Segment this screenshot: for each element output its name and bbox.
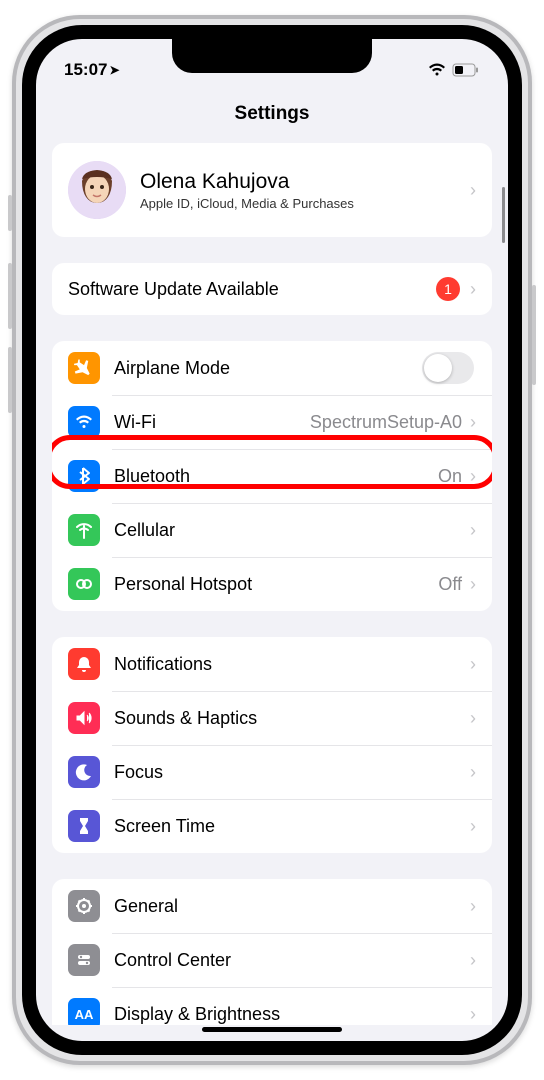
chevron-right-icon: › xyxy=(470,412,476,433)
chevron-right-icon: › xyxy=(470,180,476,201)
general-label: General xyxy=(114,896,470,917)
notifications-label: Notifications xyxy=(114,654,470,675)
badge-count: 1 xyxy=(436,277,460,301)
chevron-right-icon: › xyxy=(470,896,476,917)
wifi-label: Wi-Fi xyxy=(114,412,310,433)
location-icon: ➤ xyxy=(109,63,119,77)
connectivity-section: Airplane Mode Wi-Fi SpectrumSetup-A0 › xyxy=(52,341,492,611)
chevron-right-icon: › xyxy=(470,1004,476,1025)
wifi-icon xyxy=(68,406,100,438)
hotspot-label: Personal Hotspot xyxy=(114,574,438,595)
hotspot-value: Off xyxy=(438,574,462,595)
chevron-right-icon: › xyxy=(470,279,476,300)
scroll-indicator xyxy=(502,187,505,243)
bluetooth-label: Bluetooth xyxy=(114,466,438,487)
general-row[interactable]: General › xyxy=(52,879,492,933)
sounds-label: Sounds & Haptics xyxy=(114,708,470,729)
cellular-icon xyxy=(68,514,100,546)
airplane-label: Airplane Mode xyxy=(114,358,422,379)
screentime-label: Screen Time xyxy=(114,816,470,837)
chevron-right-icon: › xyxy=(470,520,476,541)
profile-name: Olena Kahujova xyxy=(140,170,470,194)
home-indicator[interactable] xyxy=(202,1027,342,1032)
profile-subtitle: Apple ID, iCloud, Media & Purchases xyxy=(140,196,470,211)
avatar xyxy=(68,161,126,219)
svg-text:AA: AA xyxy=(75,1007,94,1022)
sounds-row[interactable]: Sounds & Haptics › xyxy=(52,691,492,745)
chevron-right-icon: › xyxy=(470,950,476,971)
controlcenter-icon xyxy=(68,944,100,976)
airplane-toggle[interactable] xyxy=(422,352,474,384)
chevron-right-icon: › xyxy=(470,654,476,675)
software-update-row[interactable]: Software Update Available 1 › xyxy=(52,263,492,315)
wifi-status-icon xyxy=(428,63,446,77)
controlcenter-row[interactable]: Control Center › xyxy=(52,933,492,987)
display-label: Display & Brightness xyxy=(114,1004,470,1025)
cellular-row[interactable]: Cellular › xyxy=(52,503,492,557)
chevron-right-icon: › xyxy=(470,816,476,837)
software-update-label: Software Update Available xyxy=(68,279,436,300)
hotspot-icon xyxy=(68,568,100,600)
airplane-icon xyxy=(68,352,100,384)
general-section: General › Control Center › AA xyxy=(52,879,492,1025)
sounds-icon xyxy=(68,702,100,734)
hotspot-row[interactable]: Personal Hotspot Off › xyxy=(52,557,492,611)
wifi-row[interactable]: Wi-Fi SpectrumSetup-A0 › xyxy=(52,395,492,449)
wifi-value: SpectrumSetup-A0 xyxy=(310,412,462,433)
focus-row[interactable]: Focus › xyxy=(52,745,492,799)
profile-row[interactable]: Olena Kahujova Apple ID, iCloud, Media &… xyxy=(52,143,492,237)
battery-status-icon xyxy=(452,63,480,77)
focus-label: Focus xyxy=(114,762,470,783)
bluetooth-icon xyxy=(68,460,100,492)
focus-icon xyxy=(68,756,100,788)
airplane-mode-row[interactable]: Airplane Mode xyxy=(52,341,492,395)
notifications-icon xyxy=(68,648,100,680)
bluetooth-value: On xyxy=(438,466,462,487)
notifications-row[interactable]: Notifications › xyxy=(52,637,492,691)
chevron-right-icon: › xyxy=(470,762,476,783)
general-icon xyxy=(68,890,100,922)
controlcenter-label: Control Center xyxy=(114,950,470,971)
chevron-right-icon: › xyxy=(470,466,476,487)
display-row[interactable]: AA Display & Brightness › xyxy=(52,987,492,1025)
bluetooth-row[interactable]: Bluetooth On › xyxy=(52,449,492,503)
chevron-right-icon: › xyxy=(470,708,476,729)
chevron-right-icon: › xyxy=(470,574,476,595)
profile-section: Olena Kahujova Apple ID, iCloud, Media &… xyxy=(52,143,492,237)
cellular-label: Cellular xyxy=(114,520,470,541)
status-time: 15:07 xyxy=(64,60,107,80)
page-title: Settings xyxy=(36,89,508,143)
display-icon: AA xyxy=(68,998,100,1025)
notifications-section: Notifications › Sounds & Haptics › xyxy=(52,637,492,853)
software-update-section: Software Update Available 1 › xyxy=(52,263,492,315)
screentime-row[interactable]: Screen Time › xyxy=(52,799,492,853)
screentime-icon xyxy=(68,810,100,842)
